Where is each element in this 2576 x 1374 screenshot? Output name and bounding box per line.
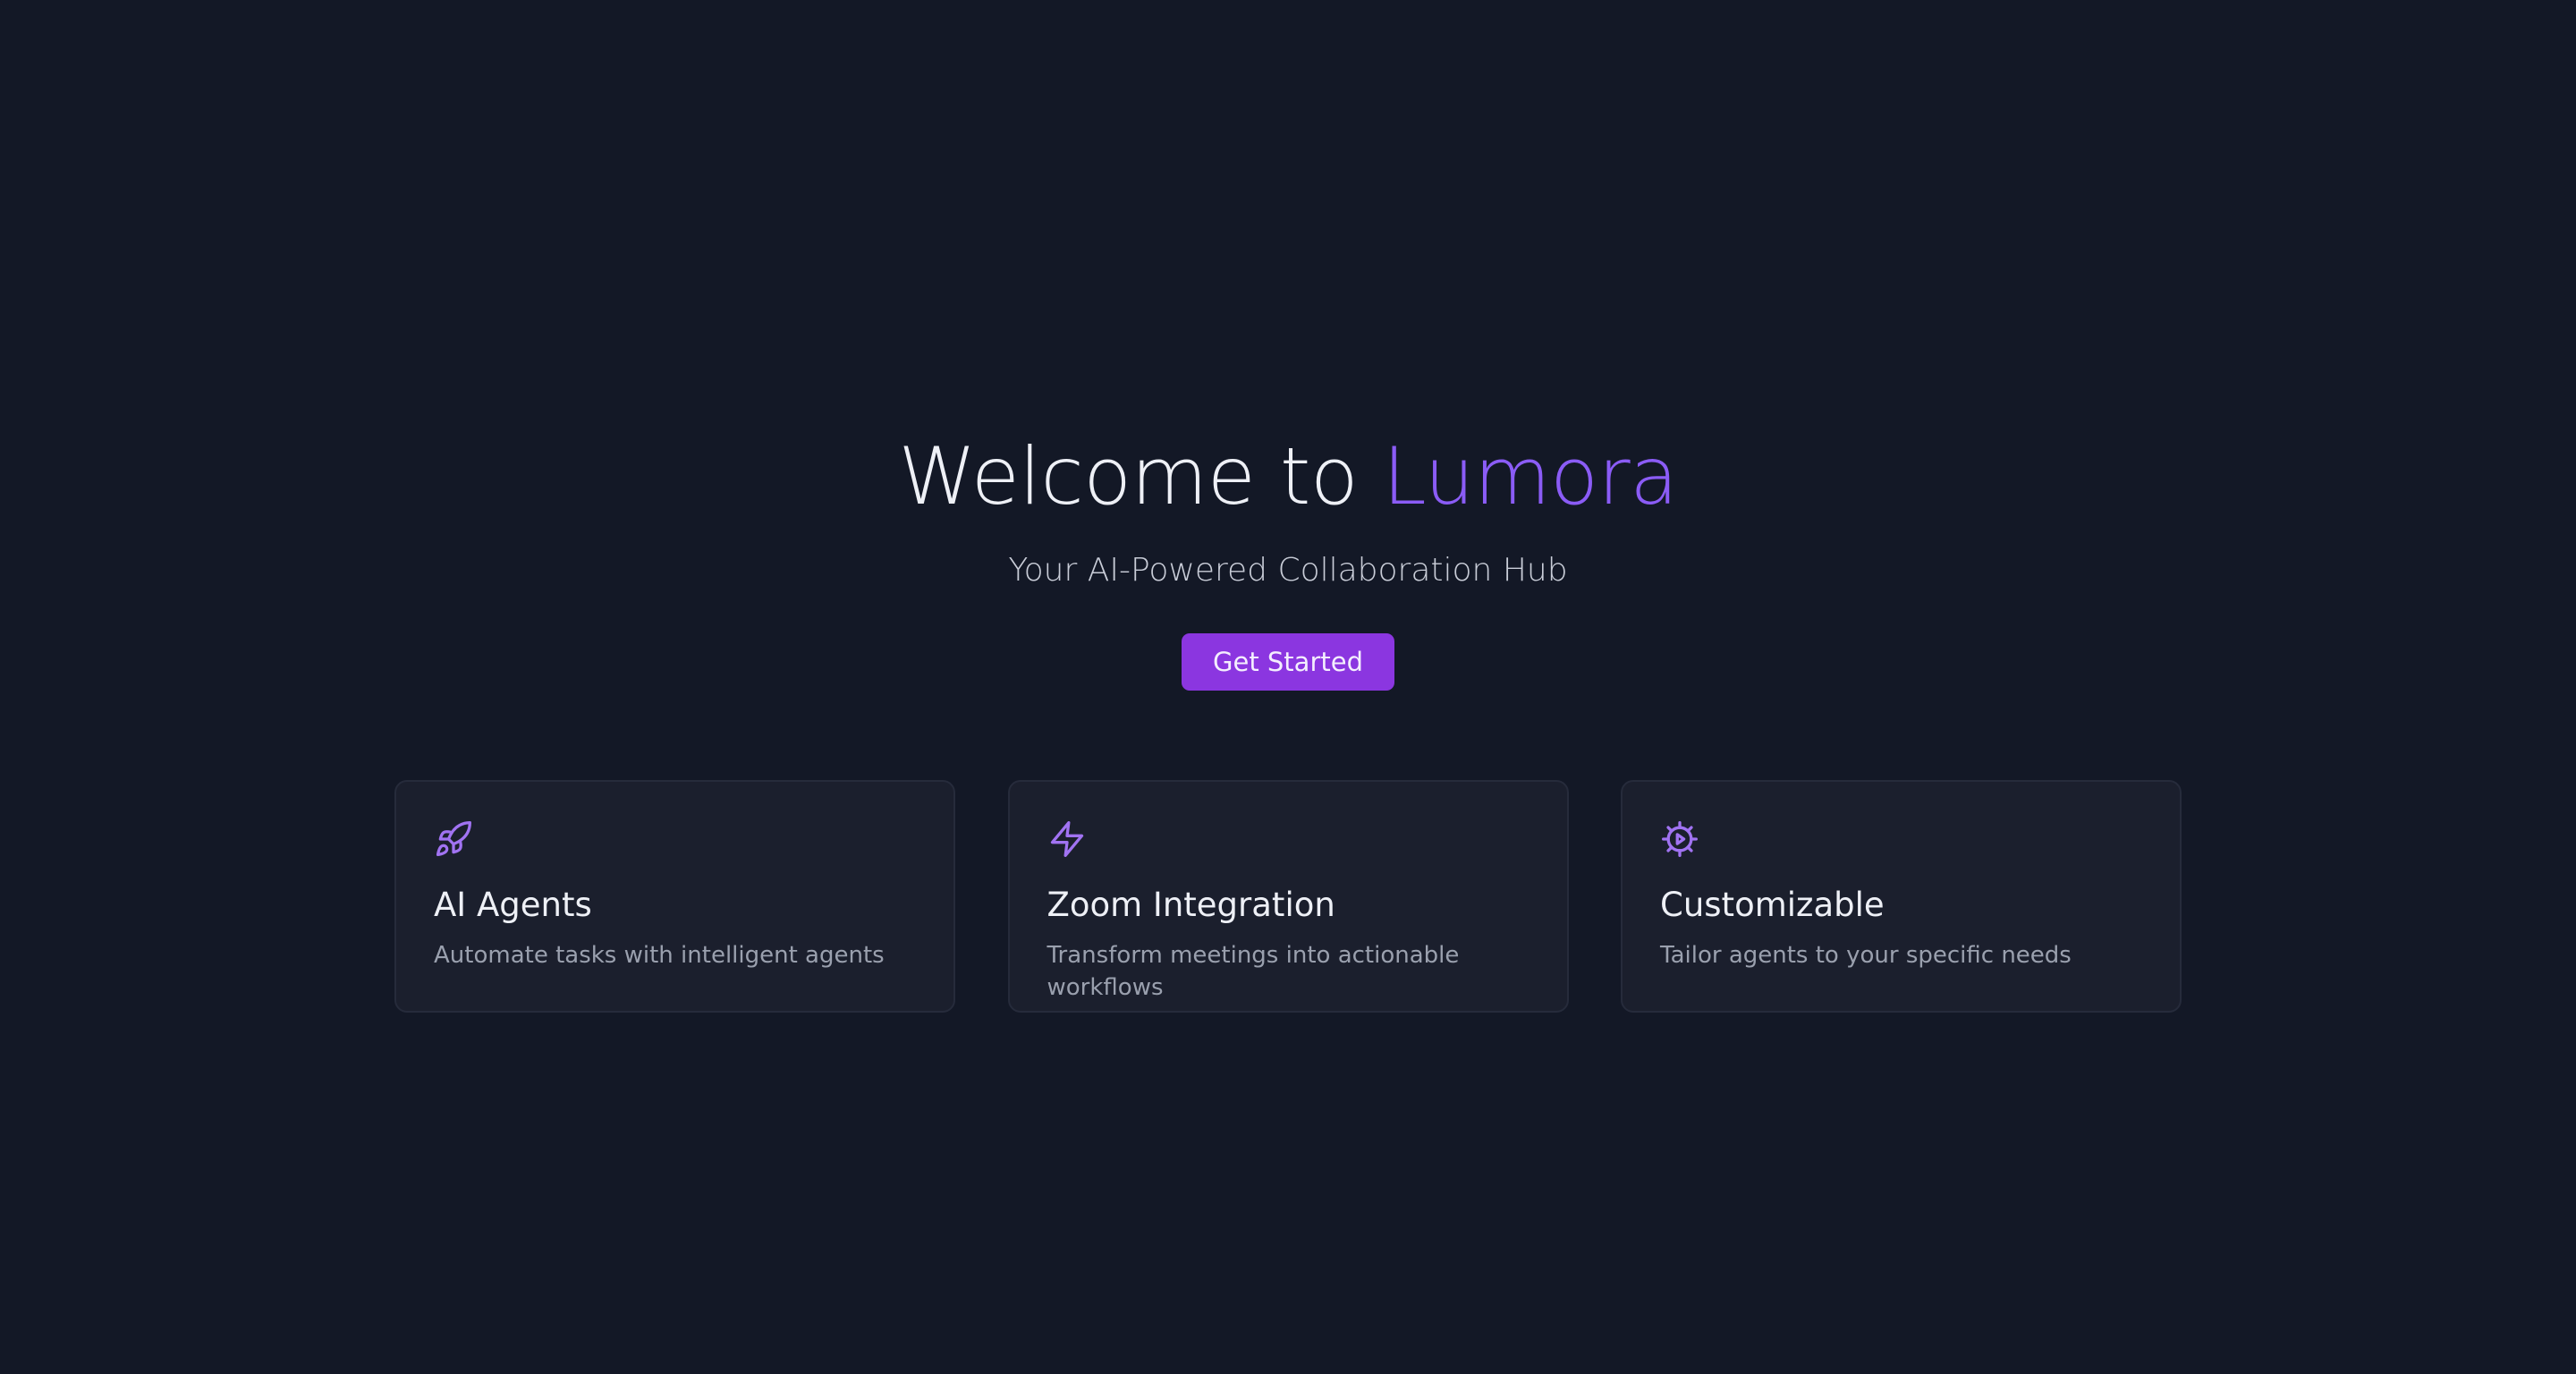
rocket-icon: [434, 819, 473, 859]
feature-card-ai-agents: AI Agents Automate tasks with intelligen…: [394, 780, 955, 1013]
feature-title: Zoom Integration: [1046, 886, 1335, 924]
hero-title: Welcome to Lumora: [0, 420, 2576, 533]
feature-description: Transform meetings into actionable workf…: [1046, 942, 1460, 1001]
hero-section: Welcome to Lumora Your AI-Powered Collab…: [0, 420, 2576, 691]
feature-description: Automate tasks with intelligent agents: [434, 942, 885, 969]
feature-cards: AI Agents Automate tasks with intelligen…: [394, 780, 2182, 1013]
hero-title-prefix: Welcome to: [898, 430, 1383, 522]
feature-title: Customizable: [1660, 886, 1885, 924]
feature-title: AI Agents: [434, 886, 592, 924]
feature-card-zoom-integration: Zoom Integration Transform meetings into…: [1007, 780, 1569, 1013]
lightning-icon: [1047, 819, 1087, 859]
hero-subtitle: Your AI-Powered Collaboration Hub: [1008, 552, 1568, 589]
feature-card-customizable: Customizable Tailor agents to your speci…: [1621, 780, 2182, 1013]
get-started-button[interactable]: Get Started: [1182, 633, 1394, 691]
gear-icon: [1660, 819, 1699, 859]
feature-description: Tailor agents to your specific needs: [1660, 942, 2072, 969]
landing-page: Welcome to Lumora Your AI-Powered Collab…: [0, 0, 2576, 1374]
brand-name: Lumora: [1382, 430, 1678, 522]
